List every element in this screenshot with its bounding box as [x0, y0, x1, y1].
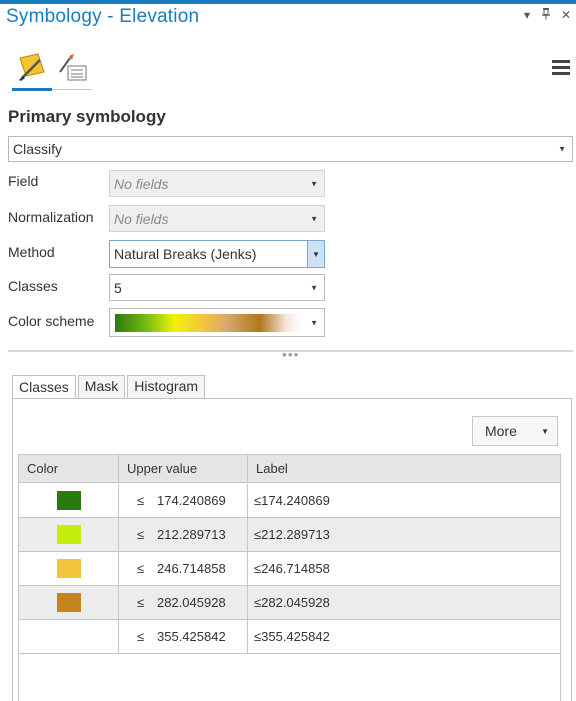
cell-divider — [118, 552, 119, 586]
class-label[interactable]: ≤355.425842 — [254, 629, 330, 644]
grid-header: Color Upper value Label — [19, 455, 560, 483]
leq-symbol: ≤ — [137, 629, 145, 644]
cell-divider — [247, 552, 248, 586]
vary-symbology-tab[interactable] — [54, 50, 90, 84]
class-label[interactable]: ≤212.289713 — [254, 527, 330, 542]
primary-symbology-tab[interactable] — [14, 50, 50, 84]
leq-symbol: ≤ — [137, 527, 145, 542]
column-divider[interactable] — [247, 455, 248, 483]
class-label[interactable]: ≤174.240869 — [254, 493, 330, 508]
classes-value: 5 — [114, 279, 122, 296]
cell-divider — [247, 586, 248, 620]
cell-divider — [247, 518, 248, 552]
chevron-down-icon: ▼ — [310, 318, 318, 327]
pin-icon[interactable] — [541, 8, 551, 23]
color-swatch[interactable] — [57, 559, 81, 578]
field-label: Field — [8, 173, 39, 189]
chevron-down-icon: ▼ — [558, 144, 566, 154]
cell-divider — [118, 586, 119, 620]
paintbrush-icon — [19, 53, 45, 81]
leq-symbol: ≤ — [137, 595, 145, 610]
splitter-grip-icon: ●●● — [282, 350, 300, 359]
cell-divider — [118, 484, 119, 518]
chevron-down-icon: ▼ — [310, 179, 318, 188]
renderer-dropdown[interactable]: Classify ▼ — [8, 136, 573, 162]
vary-symbology-icon — [59, 54, 87, 81]
table-row[interactable]: ≤ 212.289713 ≤212.289713 — [19, 518, 560, 552]
field-value: No fields — [114, 175, 169, 192]
normalization-label: Normalization — [8, 209, 94, 225]
header-upper-value[interactable]: Upper value — [127, 461, 197, 476]
more-button-label: More — [485, 423, 517, 439]
header-label[interactable]: Label — [256, 461, 288, 476]
method-value: Natural Breaks (Jenks) — [114, 246, 257, 262]
classes-grid: Color Upper value Label ≤ 174.240869 ≤17… — [18, 454, 561, 701]
column-divider[interactable] — [118, 455, 119, 483]
cell-divider — [247, 484, 248, 518]
header-color[interactable]: Color — [27, 461, 58, 476]
chevron-down-icon: ▼ — [541, 426, 549, 436]
class-label[interactable]: ≤282.045928 — [254, 595, 330, 610]
chevron-down-icon: ▼ — [307, 241, 324, 267]
table-row[interactable]: ≤ 246.714858 ≤246.714858 — [19, 552, 560, 586]
color-swatch[interactable] — [57, 593, 81, 612]
tab-histogram[interactable]: Histogram — [127, 375, 206, 399]
lower-tabs: Classes Mask Histogram — [12, 375, 207, 402]
color-ramp-preview — [115, 314, 301, 332]
normalization-value: No fields — [114, 210, 169, 227]
upper-value[interactable]: 212.289713 — [157, 527, 226, 542]
chevron-down-icon: ▼ — [310, 283, 318, 292]
menu-icon[interactable] — [552, 60, 570, 76]
color-scheme-dropdown[interactable]: ▼ — [109, 308, 325, 337]
pane-title: Symbology - Elevation — [6, 6, 200, 27]
upper-value[interactable]: 282.045928 — [157, 595, 226, 610]
table-row[interactable]: ≤ 174.240869 ≤174.240869 — [19, 484, 560, 518]
section-heading: Primary symbology — [8, 107, 166, 126]
class-label[interactable]: ≤246.714858 — [254, 561, 330, 576]
upper-value[interactable]: 174.240869 — [157, 493, 226, 508]
cell-divider — [247, 620, 248, 654]
color-scheme-label: Color scheme — [8, 313, 95, 329]
method-dropdown[interactable]: Natural Breaks (Jenks) ▼ — [109, 240, 325, 268]
more-button[interactable]: More ▼ — [472, 416, 558, 446]
table-row[interactable]: ≤ 282.045928 ≤282.045928 — [19, 586, 560, 620]
active-tab-indicator — [12, 88, 52, 91]
classes-label: Classes — [8, 278, 58, 294]
leq-symbol: ≤ — [137, 561, 145, 576]
cell-divider — [118, 518, 119, 552]
upper-value[interactable]: 246.714858 — [157, 561, 226, 576]
normalization-dropdown[interactable]: No fields ▼ — [109, 205, 325, 232]
leq-symbol: ≤ — [137, 493, 145, 508]
table-row[interactable]: ≤ 355.425842 ≤355.425842 — [19, 620, 560, 654]
title-bar-accent — [0, 0, 576, 4]
renderer-value: Classify — [13, 141, 63, 157]
upper-value[interactable]: 355.425842 — [157, 629, 226, 644]
tab-divider — [52, 89, 92, 90]
method-label: Method — [8, 244, 55, 260]
classes-dropdown[interactable]: 5 ▼ — [109, 274, 325, 301]
color-swatch[interactable] — [57, 627, 81, 646]
color-swatch[interactable] — [57, 525, 81, 544]
tab-mask[interactable]: Mask — [77, 375, 126, 399]
close-icon[interactable]: ✕ — [561, 8, 571, 22]
chevron-down-icon: ▼ — [310, 214, 318, 223]
field-dropdown[interactable]: No fields ▼ — [109, 170, 325, 197]
color-swatch[interactable] — [57, 491, 81, 510]
pane-options-icon[interactable]: ▾ — [524, 8, 530, 22]
cell-divider — [118, 620, 119, 654]
